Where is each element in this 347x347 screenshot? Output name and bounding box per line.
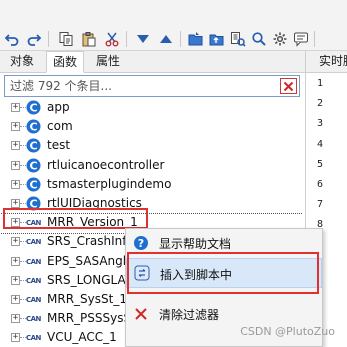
- paste-icon[interactable]: [80, 30, 98, 48]
- filter-input[interactable]: [5, 76, 275, 96]
- comment-icon[interactable]: [292, 30, 310, 48]
- tree-item-label: com: [47, 119, 73, 134]
- can-message-icon: CAN: [26, 334, 41, 343]
- tab-functions[interactable]: 函数: [46, 51, 85, 73]
- help-icon: ?: [133, 235, 149, 251]
- expand-toggle[interactable]: +: [11, 179, 20, 189]
- namespace-icon: C: [26, 177, 41, 195]
- find-icon[interactable]: [250, 30, 268, 48]
- menu-label: 清除过滤器: [159, 308, 220, 322]
- tree-item-label: SRS_CrashInfo: [47, 234, 134, 249]
- toolbar: [0, 0, 347, 51]
- menu-item-clear-filter[interactable]: 清除过滤器: [126, 300, 322, 328]
- undo-icon[interactable]: [3, 30, 21, 48]
- can-message-icon: CAN: [26, 238, 41, 247]
- tree-item[interactable]: + Ctest: [0, 137, 303, 156]
- namespace-icon: C: [26, 158, 41, 176]
- tree-item[interactable]: + Ccom: [0, 118, 303, 137]
- watermark: CSDN @PlutoZuo: [240, 325, 335, 338]
- replace-icon[interactable]: [229, 30, 247, 48]
- line-number: 7: [316, 199, 323, 211]
- save-icon[interactable]: [208, 30, 226, 48]
- insert-item-highlight: [127, 252, 319, 294]
- close-icon: [283, 81, 294, 91]
- can-message-icon: CAN: [26, 276, 41, 285]
- tree-item-label: test: [47, 138, 71, 153]
- expand-toggle[interactable]: +: [11, 199, 20, 208]
- clear-filter-button[interactable]: [280, 78, 297, 94]
- expand-toggle[interactable]: +: [11, 275, 20, 285]
- tree-item[interactable]: + Capp: [0, 99, 303, 118]
- expand-toggle[interactable]: +: [11, 314, 20, 324]
- line-number: 6: [316, 179, 323, 190]
- expand-toggle[interactable]: +: [11, 256, 20, 266]
- move-up-icon[interactable]: [157, 30, 175, 48]
- tree-item-label: rtluicanoecontroller: [47, 157, 165, 172]
- line-number-gutter: 12345678: [311, 74, 324, 234]
- cut-icon[interactable]: [103, 30, 121, 48]
- line-number: 1: [316, 78, 323, 89]
- line-number: 5: [316, 158, 323, 170]
- expand-toggle[interactable]: +: [11, 141, 20, 151]
- redo-icon[interactable]: [25, 30, 43, 48]
- clear-icon: [133, 306, 149, 322]
- tree-item[interactable]: + Ctsmasterplugindemo: [0, 176, 303, 195]
- tree-item-label: VCU_ACC_1: [47, 330, 117, 345]
- tree-item-label: app: [47, 100, 70, 114]
- tab-objects[interactable]: 对象: [4, 51, 40, 73]
- svg-text:C: C: [30, 178, 38, 191]
- settings-icon[interactable]: [271, 30, 289, 48]
- filter-box: [4, 75, 300, 97]
- svg-text:?: ?: [138, 237, 144, 250]
- expand-toggle[interactable]: +: [11, 160, 20, 170]
- svg-text:C: C: [30, 159, 38, 172]
- namespace-icon: C: [26, 100, 41, 118]
- tab-realtime-script[interactable]: 实时脚: [306, 51, 347, 73]
- expand-toggle[interactable]: +: [11, 333, 20, 343]
- line-number: 3: [316, 118, 323, 130]
- tree-item-label: MRR_PSSSysSt: [47, 311, 136, 326]
- tree-item-label: SRS_LONGLAT: [47, 272, 133, 287]
- svg-text:C: C: [30, 101, 38, 114]
- tree-item-label: MRR_SysSt_1: [47, 292, 127, 306]
- expand-toggle[interactable]: +: [11, 103, 20, 112]
- expand-toggle[interactable]: +: [11, 122, 20, 132]
- open-folder-icon[interactable]: [187, 30, 205, 48]
- tree-item-label: tsmasterplugindemo: [47, 176, 172, 191]
- move-down-icon[interactable]: [134, 30, 152, 48]
- can-message-icon: CAN: [26, 296, 41, 304]
- can-message-icon: CAN: [26, 315, 41, 324]
- namespace-icon: C: [26, 138, 41, 156]
- svg-text:C: C: [30, 140, 38, 153]
- can-message-icon: CAN: [26, 257, 41, 266]
- tree-item-label: EPS_SASAngle: [47, 253, 134, 268]
- tab-bar: 对象 函数 属性: [0, 51, 347, 73]
- svg-text:C: C: [30, 120, 38, 133]
- tree-item[interactable]: + Crtluicanoecontroller: [0, 157, 303, 176]
- menu-label: 显示帮助文档: [159, 237, 232, 251]
- selected-item-highlight: [3, 208, 148, 229]
- copy-icon[interactable]: [57, 30, 75, 48]
- expand-toggle[interactable]: +: [11, 237, 20, 247]
- line-number: 2: [316, 98, 323, 110]
- expand-toggle[interactable]: +: [11, 295, 20, 304]
- namespace-icon: C: [26, 119, 41, 137]
- line-number: 4: [316, 138, 323, 150]
- tab-properties[interactable]: 属性: [90, 51, 126, 73]
